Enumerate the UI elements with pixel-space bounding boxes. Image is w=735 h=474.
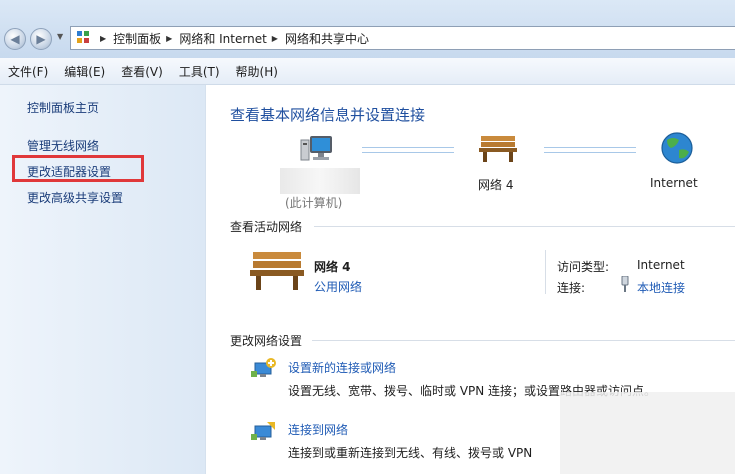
setup-connection-link[interactable]: 设置新的连接或网络 (288, 359, 396, 376)
sidebar: 控制面板主页 管理无线网络 更改适配器设置 更改高级共享设置 (0, 85, 206, 474)
control-panel-icon (77, 31, 91, 45)
bench-icon[interactable] (479, 134, 517, 164)
access-type-label: 访问类型: (557, 260, 610, 274)
page-title: 查看基本网络信息并设置连接 (230, 106, 426, 124)
connection-line (362, 147, 454, 153)
history-dropdown-icon[interactable]: ▼ (57, 32, 63, 41)
menu-bar: 文件(F) 编辑(E) 查看(V) 工具(T) 帮助(H) (0, 58, 735, 85)
chevron-right-icon[interactable]: ▶ (100, 34, 106, 43)
chevron-right-icon[interactable]: ▶ (166, 34, 172, 43)
menu-view[interactable]: 查看(V) (121, 63, 163, 80)
connection-line (544, 147, 636, 153)
computer-label: (此计算机) (285, 196, 343, 210)
redacted-area (560, 392, 735, 474)
globe-icon[interactable] (659, 130, 695, 166)
divider (314, 226, 735, 227)
sidebar-item-advanced-sharing[interactable]: 更改高级共享设置 (27, 189, 123, 206)
connect-network-link[interactable]: 连接到网络 (288, 421, 348, 438)
menu-edit[interactable]: 编辑(E) (64, 63, 105, 80)
menu-file[interactable]: 文件(F) (8, 63, 48, 80)
menu-tools[interactable]: 工具(T) (179, 63, 220, 80)
network-adapter-icon (620, 276, 630, 292)
sidebar-item-manage-wireless[interactable]: 管理无线网络 (27, 137, 99, 154)
computer-icon[interactable] (300, 134, 334, 164)
breadcrumb-item-control-panel[interactable]: 控制面板 (113, 30, 161, 47)
network-label: 网络 4 (478, 178, 514, 192)
divider (312, 340, 735, 341)
change-settings-heading: 更改网络设置 (230, 334, 303, 348)
redacted-computer-name (280, 168, 360, 194)
breadcrumb-item-network-internet[interactable]: 网络和 Internet (179, 30, 266, 47)
connect-network-icon (251, 420, 277, 444)
local-connection-link[interactable]: 本地连接 (637, 279, 685, 296)
breadcrumb[interactable]: ▶ 控制面板 ▶ 网络和 Internet ▶ 网络和共享中心 (70, 26, 735, 50)
divider (545, 250, 546, 294)
back-icon[interactable]: ◀ (4, 28, 26, 50)
new-connection-icon (251, 357, 277, 381)
bench-icon (250, 250, 304, 292)
highlight-box (12, 155, 144, 182)
network-type-link[interactable]: 公用网络 (314, 278, 362, 295)
menu-help[interactable]: 帮助(H) (236, 63, 278, 80)
breadcrumb-item-network-sharing-center[interactable]: 网络和共享中心 (285, 30, 369, 47)
sidebar-item-control-panel-home[interactable]: 控制面板主页 (27, 99, 99, 116)
access-type-value: Internet (637, 258, 685, 272)
address-bar: ◀ ▶ ▼ ▶ 控制面板 ▶ 网络和 Internet ▶ 网络和共享中心 (0, 0, 735, 58)
active-networks-heading: 查看活动网络 (230, 220, 303, 234)
internet-label: Internet (650, 176, 698, 190)
chevron-right-icon[interactable]: ▶ (272, 34, 278, 43)
active-network-name: 网络 4 (314, 260, 351, 274)
connect-network-desc: 连接到或重新连接到无线、有线、拨号或 VPN (288, 446, 533, 460)
forward-icon[interactable]: ▶ (30, 28, 52, 50)
connections-label: 连接: (557, 281, 586, 295)
